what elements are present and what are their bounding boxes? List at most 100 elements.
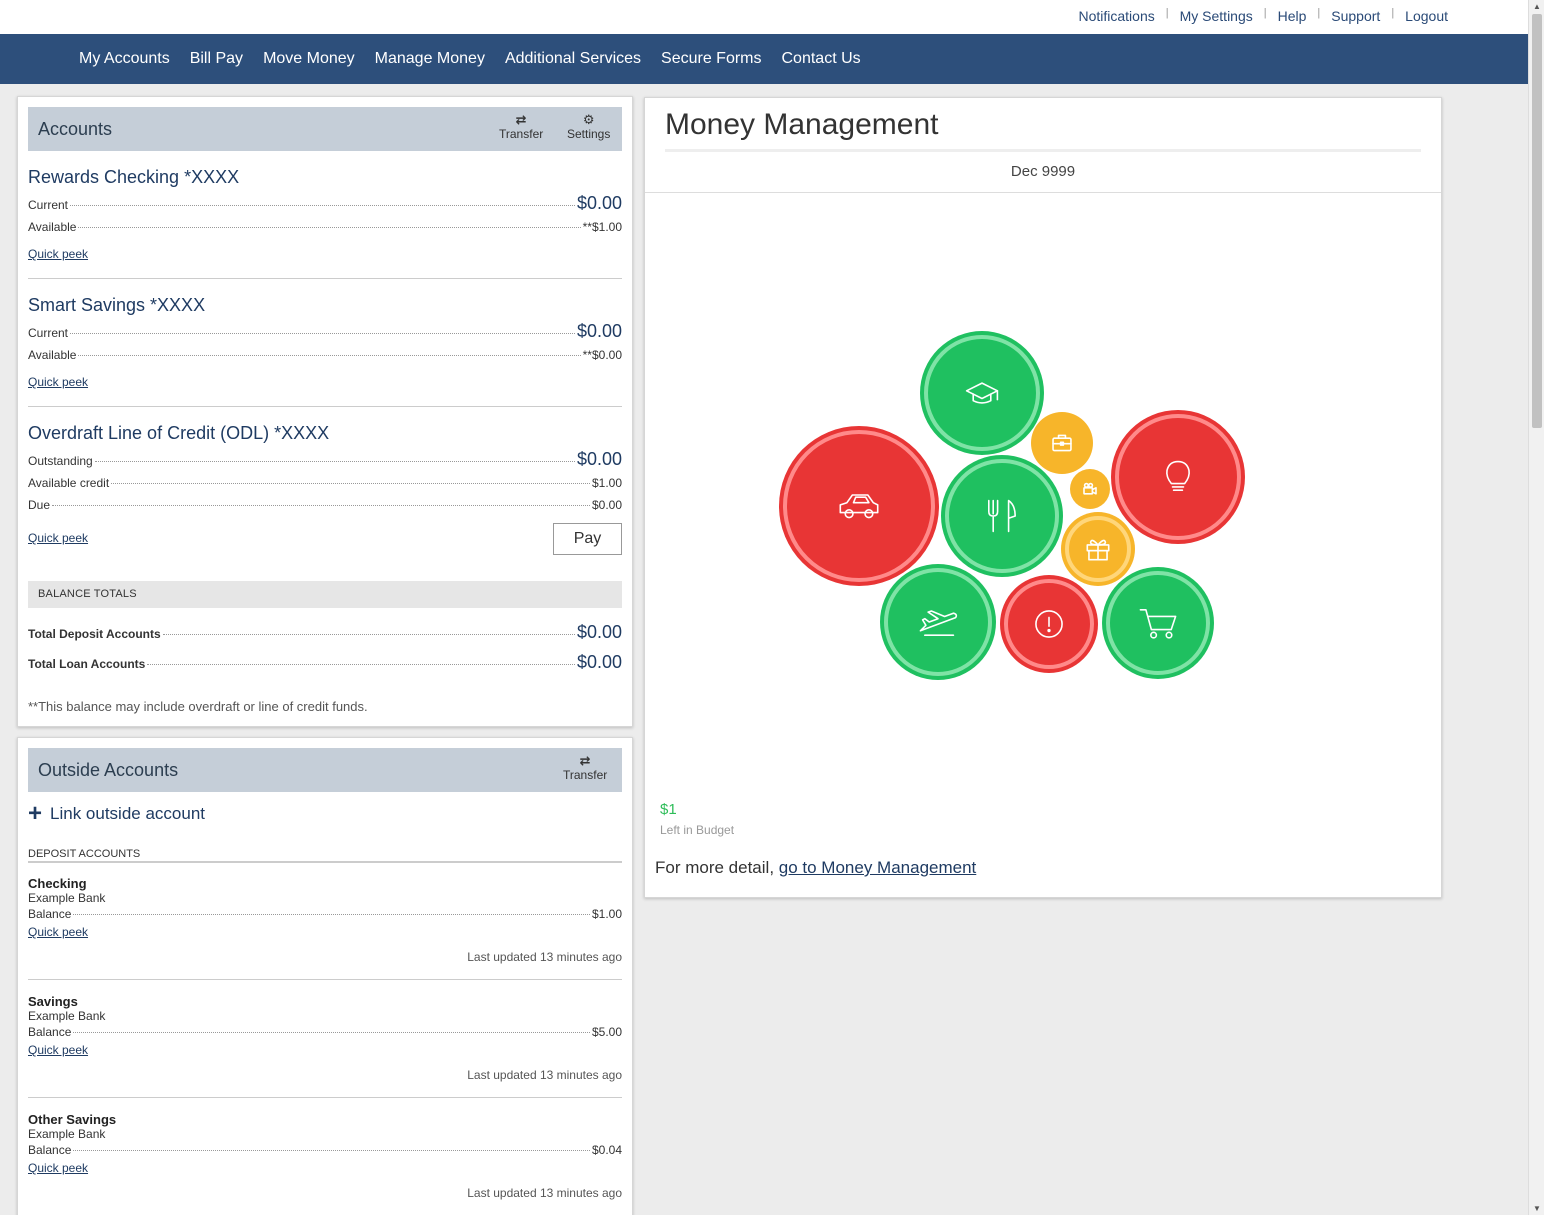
transfer-arrows-icon: ⇄ [579,753,591,768]
accounts-panel-header: Accounts ⇄ Transfer ⚙ Settings [28,107,622,151]
balance-totals-header: BALANCE TOTALS [28,581,622,608]
notifications-link[interactable]: Notifications [1078,8,1154,24]
account-name[interactable]: Smart Savings *XXXX [28,295,622,316]
balance-label: Due [28,498,51,512]
leader-dots [94,461,575,462]
quick-peek-link[interactable]: Quick peek [28,925,88,939]
leader-dots [52,505,590,506]
balance-label: Outstanding [28,454,93,468]
gear-icon: ⚙ [582,112,595,127]
deposit-accounts-header: DEPOSIT ACCOUNTS [28,848,622,863]
settings-button[interactable]: ⚙ Settings [567,112,610,142]
balance-value: $0.00 [576,449,622,469]
link-outside-account-button[interactable]: + Link outside account [28,802,206,826]
account-name[interactable]: Overdraft Line of Credit (ODL) *XXXX [28,423,622,444]
balance-value: $0.00 [591,498,622,512]
title-rule [665,149,1421,152]
nav-manage-money[interactable]: Manage Money [375,50,485,68]
budget-bubble-alert[interactable] [1000,575,1098,673]
detail-prefix: For more detail, [655,858,779,877]
leader-dots [73,914,590,915]
account-overdraft-line: Overdraft Line of Credit (ODL) *XXXX Out… [28,423,622,563]
scroll-down-icon[interactable]: ▼ [1533,1204,1541,1213]
balance-label: Available credit [28,476,110,490]
leader-dots [78,227,581,228]
last-updated: Last updated 13 minutes ago [467,1068,622,1082]
quick-peek-link[interactable]: Quick peek [28,375,88,389]
left-in-budget-amount: $1 [660,801,677,818]
balance-row-due: Due $0.00 [28,498,622,512]
leader-dots [111,483,590,484]
link-outside-label: Link outside account [50,804,206,823]
outside-balance-row: Balance $5.00 [28,1025,622,1039]
quick-peek-link[interactable]: Quick peek [28,1043,88,1057]
leader-dots [70,333,575,334]
pay-button[interactable]: Pay [553,523,622,555]
utility-links: Notifications | My Settings | Help | Sup… [1078,7,1448,24]
balance-value: $0.04 [591,1143,622,1157]
balance-value: **$1.00 [582,220,622,234]
budget-bubble-briefcase[interactable] [1031,412,1093,474]
budget-month: Dec 9999 [1010,163,1076,180]
quick-peek-link[interactable]: Quick peek [28,247,88,261]
last-updated: Last updated 13 minutes ago [467,950,622,964]
budget-bubble-graduation-cap[interactable] [920,331,1044,455]
outside-transfer-button[interactable]: ⇄ Transfer [563,753,608,783]
leader-dots [78,355,581,356]
page-scrollbar[interactable]: ▲ ▼ [1528,0,1544,1215]
total-deposit-row: Total Deposit Accounts $0.00 [28,622,622,643]
balance-label: Available [28,220,77,234]
transfer-label: Transfer [499,127,544,141]
balance-value: $1.00 [591,907,622,921]
budget-bubble-gift[interactable] [1061,512,1135,586]
budget-bubble-car[interactable] [779,426,939,586]
separator: | [1317,7,1321,19]
nav-contact-us[interactable]: Contact Us [782,50,861,68]
account-smart-savings: Smart Savings *XXXX Current $0.00 Availa… [28,295,622,395]
nav-my-accounts[interactable]: My Accounts [79,50,170,68]
budget-bubble-fork-knife[interactable] [941,455,1063,577]
scroll-up-icon[interactable]: ▲ [1533,2,1541,11]
nav-secure-forms[interactable]: Secure Forms [661,50,761,68]
transfer-button[interactable]: ⇄ Transfer [499,113,544,142]
top-utility-bar: Notifications | My Settings | Help | Sup… [0,0,1528,34]
balance-row-available-credit: Available credit $1.00 [28,476,622,490]
money-management-title: Money Management [665,108,939,141]
budget-bubble-shopping-cart[interactable] [1102,567,1214,679]
total-value: $0.00 [576,622,622,642]
balance-label: Balance [28,907,72,921]
outside-panel-header: Outside Accounts ⇄ Transfer [28,748,622,792]
outside-accounts-card: Outside Accounts ⇄ Transfer + Link outsi… [17,737,633,1215]
leader-dots [162,634,575,635]
budget-bubble-video-camera[interactable] [1070,469,1110,509]
quick-peek-link[interactable]: Quick peek [28,1161,88,1175]
balance-row-current: Current $0.00 [28,321,622,342]
account-rewards-checking: Rewards Checking *XXXX Current $0.00 Ava… [28,167,622,267]
my-settings-link[interactable]: My Settings [1180,8,1253,24]
balance-value: **$0.00 [582,348,622,362]
go-to-money-management-link[interactable]: go to Money Management [779,858,977,877]
account-name[interactable]: Rewards Checking *XXXX [28,167,622,188]
last-updated: Last updated 13 minutes ago [467,1186,622,1200]
divider [28,278,622,279]
help-link[interactable]: Help [1278,8,1307,24]
nav-additional-services[interactable]: Additional Services [505,50,641,68]
support-link[interactable]: Support [1331,8,1380,24]
accounts-title: Accounts [38,119,113,139]
budget-bubble-airplane[interactable] [880,564,996,680]
transfer-label: Transfer [563,768,608,782]
nav-move-money[interactable]: Move Money [263,50,355,68]
outside-account-name: Other Savings [28,1112,117,1127]
balance-note: **This balance may include overdraft or … [28,699,368,714]
outside-bank-name: Example Bank [28,1009,106,1023]
logout-link[interactable]: Logout [1405,8,1448,24]
scrollbar-thumb[interactable] [1532,14,1542,428]
separator: | [1391,7,1395,19]
quick-peek-link[interactable]: Quick peek [28,531,88,545]
budget-bubble-lightbulb[interactable] [1111,410,1245,544]
total-label: Total Deposit Accounts [28,627,161,641]
total-label: Total Loan Accounts [28,657,146,671]
balance-label: Balance [28,1025,72,1039]
nav-bill-pay[interactable]: Bill Pay [190,50,243,68]
balance-row-available: Available **$1.00 [28,220,622,234]
